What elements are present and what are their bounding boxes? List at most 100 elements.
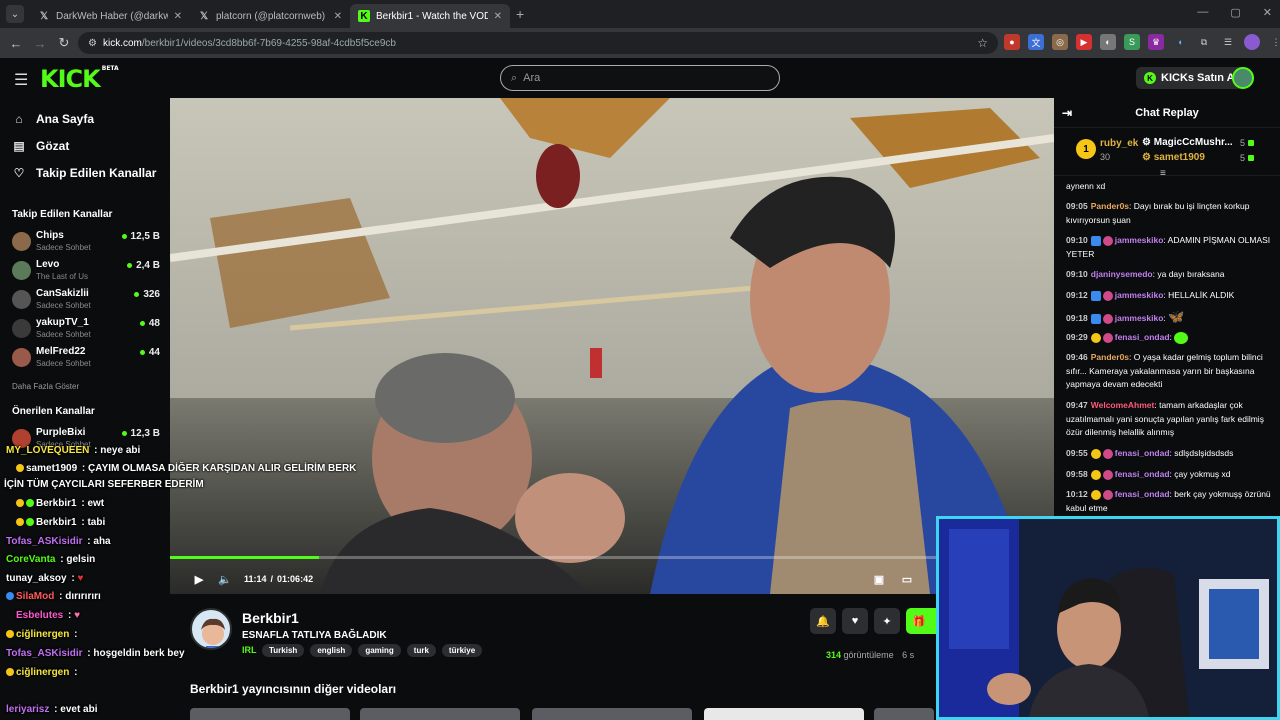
chat-message: 09:55 fenasi_ondad: sdlşdslşidsdsds [1066,448,1234,459]
search-input[interactable]: ⌕ Ara [500,65,780,91]
channel-row[interactable]: CanSakizlii Sadece Sohbet 326 [12,286,160,314]
views-label: görüntüleme [843,650,894,660]
collapse-chat-icon[interactable]: ⇥ [1062,106,1072,120]
subscribe-button[interactable]: 🎁 [906,608,936,634]
tag-list: Turkish english gaming turk türkiye [262,644,483,657]
top-gifter-name[interactable]: ruby_ek [1100,138,1138,149]
chat-message: 09:29 fenasi_ondad: [1066,331,1272,345]
streamer-name[interactable]: Berkbir1 [242,610,299,626]
browser-tab-3[interactable]: K Berkbir1 - Watch the VOD on Kick ✕ [350,4,510,28]
video-thumbnail[interactable] [360,708,520,720]
buy-kicks-label: KICKs Satın Al [1161,72,1238,84]
tag[interactable]: Turkish [262,644,305,657]
volume-icon[interactable]: 🔈 [212,573,238,586]
viewer-count: 44 [140,347,160,358]
viewer-count: 2,4 B [127,260,160,271]
theater-mode-icon[interactable]: ▣ [866,573,892,586]
close-icon[interactable]: ✕ [334,11,342,22]
video-thumbnail[interactable] [532,708,692,720]
extensions-bar: ● 文 ◎ ▶ ◐ S ♛ ◖ ⧉ ☰ ⋮ [1004,34,1280,50]
extension-icon[interactable]: ◖ [1172,34,1188,50]
new-tab-icon[interactable]: + [516,6,524,22]
extension-icon[interactable]: S [1124,34,1140,50]
close-icon[interactable]: ✕ [494,11,502,22]
sidebar-item-browse[interactable]: ▤ Gözat [12,139,69,153]
close-window-icon[interactable]: ✕ [1263,6,1272,19]
reload-icon[interactable]: ↻ [52,35,76,51]
channel-row[interactable]: Levo The Last of Us 2,4 B [12,257,160,285]
streamer-avatar[interactable] [190,608,232,650]
miniplayer-icon[interactable]: ▭ [894,573,920,586]
views-number: 314 [826,650,842,660]
site-header: ☰ KICK BETA ⌕ Ara K KICKs Satın Al [0,58,1280,98]
video-age: 6 s [902,650,915,660]
user-avatar[interactable] [1232,67,1254,89]
hamburger-menu-icon[interactable]: ☰ [14,70,28,90]
forward-icon[interactable]: → [28,36,52,51]
rank-badge: 1 [1076,139,1096,159]
video-thumbnail[interactable] [874,708,934,720]
buy-kicks-button[interactable]: K KICKs Satın Al [1136,67,1246,89]
channel-row[interactable]: Chips Sadece Sohbet 12,5 B [12,228,160,256]
maximize-icon[interactable]: ▢ [1230,6,1240,19]
video-thumbnail[interactable] [704,708,864,720]
stream-title: ESNAFLA TATLIYA BAĞLADIK [242,630,387,641]
video-player[interactable]: ▶ 🔈 11:14 / 01:06:42 ▣ ▭ [170,98,1054,594]
extension-icon[interactable]: ◎ [1052,34,1068,50]
gift-leaderboard: 1 ruby_ek 30 ⚙ MagicCcMushr... 5 ⚙ samet… [1054,128,1280,179]
menu-icon[interactable]: ⋮ [1268,34,1280,50]
extension-icon[interactable]: ● [1004,34,1020,50]
minimize-icon[interactable]: — [1197,6,1208,19]
address-bar[interactable]: ⚙ kick.com /berkbir1/videos/3cd8bb6f-7b6… [78,32,998,54]
chat-message: 09:05 Pander0s: Dayı bırak bu işi linçten… [1066,201,1250,225]
search-icon: ⌕ [511,71,518,84]
youtube-extension-icon[interactable]: ▶ [1076,34,1092,50]
sidebar-item-following[interactable]: ♡ Takip Edilen Kanallar [12,166,157,180]
gifter-name[interactable]: ⚙ MagicCcMushr... [1142,137,1233,148]
beta-badge: BETA [101,65,119,72]
tag[interactable]: english [310,644,353,657]
tab-title: Berkbir1 - Watch the VOD on Kick [376,10,488,22]
stream-category[interactable]: IRL [242,645,257,655]
sidebar: ⌂ Ana Sayfa ▤ Gözat ♡ Takip Edilen Kanal… [0,98,170,720]
translate-icon[interactable]: 文 [1028,34,1044,50]
video-progress-bar[interactable] [170,556,1054,559]
tag[interactable]: gaming [358,644,401,657]
tag[interactable]: turk [406,644,436,657]
extension-icon[interactable]: ◐ [1100,34,1116,50]
puzzle-icon[interactable]: ⧉ [1196,34,1212,50]
channel-row[interactable]: PurpleBixi Sadece Sohbet 12,3 B [12,425,160,453]
video-thumbnail[interactable] [190,708,350,720]
sidebar-item-home[interactable]: ⌂ Ana Sayfa [12,112,94,126]
back-icon[interactable]: ← [4,36,28,51]
channel-avatar [12,429,31,448]
extension-icon[interactable]: ♛ [1148,34,1164,50]
tab-search-icon[interactable]: ⌄ [6,5,24,23]
profile-avatar[interactable] [1244,34,1260,50]
bookmark-star-icon[interactable]: ☆ [977,36,988,50]
tag[interactable]: türkiye [441,644,483,657]
channel-row[interactable]: MelFred22 Sadece Sohbet 44 [12,344,160,372]
reading-list-icon[interactable]: ☰ [1220,34,1236,50]
clip-button[interactable]: ✦ [874,608,900,634]
expand-leaderboard-icon[interactable]: ≡ [1160,168,1166,179]
kick-logo[interactable]: KICK BETA [40,65,119,93]
play-icon[interactable]: ▶ [186,573,212,586]
channel-name: yakupTV_1 [36,317,89,328]
tab-title: DarkWeb Haber (@darkwebhaber) / X [56,10,168,22]
channel-row[interactable]: yakupTV_1 Sadece Sohbet 48 [12,315,160,343]
follow-heart-button[interactable]: ♥ [842,608,868,634]
browser-tab-2[interactable]: 𝕏 platcorn (@platcornweb) / X ✕ [190,4,350,28]
tab-title: platcorn (@platcornweb) / X [216,10,328,22]
close-icon[interactable]: ✕ [174,11,182,22]
x-icon: 𝕏 [39,10,49,22]
chat-message: 09:46 Pander0s: O yaşa kadar gelmiş toplu… [1066,352,1263,389]
site-info-icon[interactable]: ⚙ [88,38,97,49]
browser-tab-1[interactable]: 𝕏 DarkWeb Haber (@darkwebhaber) / X ✕ [30,4,190,28]
channel-avatar [12,290,31,309]
notification-bell-button[interactable]: 🔔 [810,608,836,634]
channel-category: Sadece Sohbet [36,243,91,252]
gifter-name[interactable]: ⚙ samet1909 [1142,152,1205,163]
top-gifter-count: 30 [1100,152,1111,162]
show-more-link[interactable]: Daha Fazla Göster [12,382,79,391]
